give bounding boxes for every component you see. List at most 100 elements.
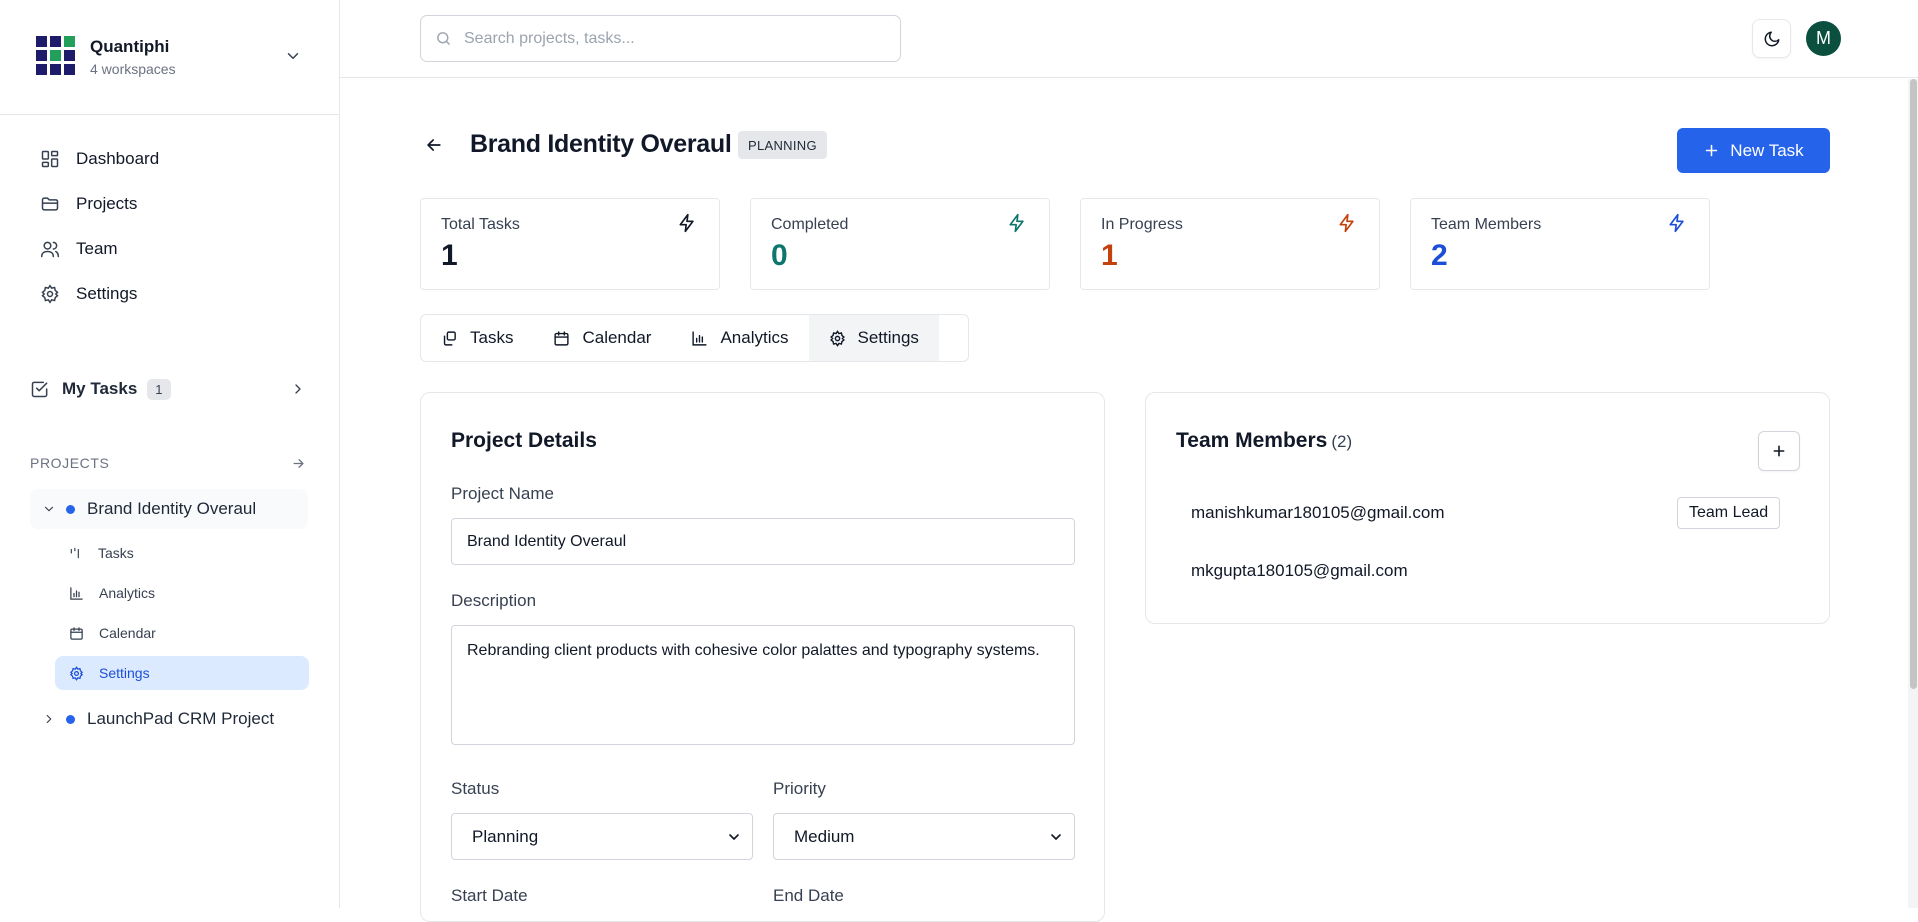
project-details-card: Project Details Project Name Description… <box>420 392 1105 922</box>
nav-label: Dashboard <box>76 149 160 168</box>
chevron-down-icon <box>287 53 299 59</box>
description-textarea[interactable]: Rebranding client products with cohesive… <box>451 625 1075 745</box>
workspace-count: 4 workspaces <box>90 61 176 77</box>
team-members-count: (2) <box>1331 432 1353 451</box>
my-tasks-label: My Tasks <box>62 379 138 398</box>
team-members-card: Team Members (2) manishkumar180105@gmail.… <box>1145 392 1830 624</box>
subitem-label: Settings <box>99 665 150 681</box>
nav-team[interactable]: Team <box>28 229 308 269</box>
project-item-brand-identity[interactable]: Brand Identity Overaul <box>30 489 308 529</box>
project-subitem-tasks[interactable]: Tasks <box>55 536 309 570</box>
my-tasks-count-badge: 1 <box>147 378 171 400</box>
end-date-label: End Date <box>773 886 844 905</box>
stat-card-completed: Completed 0 <box>750 198 1050 290</box>
search-icon <box>437 32 450 45</box>
subitem-label: Calendar <box>99 625 156 641</box>
stat-value: 1 <box>1101 239 1118 272</box>
lightning-icon <box>1339 213 1354 233</box>
folder-icon <box>41 197 59 211</box>
status-select-value: Planning <box>472 826 539 846</box>
priority-select[interactable]: Medium <box>773 813 1075 860</box>
lightning-icon <box>1009 213 1024 233</box>
description-label: Description <box>451 591 537 610</box>
start-date-label: Start Date <box>451 886 528 905</box>
search-box[interactable] <box>420 15 901 62</box>
stat-card-team-members: Team Members 2 <box>1410 198 1710 290</box>
project-subitem-calendar[interactable]: Calendar <box>55 616 309 650</box>
layout-grid-icon <box>41 150 59 168</box>
lightning-icon <box>1669 213 1684 233</box>
project-name-label: Project Name <box>451 484 554 503</box>
bar-chart-icon <box>692 330 708 346</box>
lightning-icon <box>679 213 694 233</box>
nav-projects[interactable]: Projects <box>28 184 308 224</box>
project-color-dot <box>66 504 75 514</box>
chevron-down-icon <box>44 506 54 512</box>
search-input[interactable] <box>462 28 882 49</box>
nav-label: Projects <box>76 194 138 213</box>
project-item-launchpad-crm[interactable]: LaunchPad CRM Project <box>30 699 308 739</box>
calendar-icon <box>70 626 83 640</box>
tasks-icon <box>70 547 79 559</box>
status-badge: PLANNING <box>738 131 827 159</box>
theme-toggle-button[interactable] <box>1752 19 1791 58</box>
tasks-icon <box>443 330 456 346</box>
calendar-icon <box>554 330 570 346</box>
gear-icon <box>829 329 845 347</box>
add-member-button[interactable] <box>1758 431 1800 471</box>
users-icon <box>40 241 60 258</box>
sidebar: Quantiphi 4 workspaces Dashboard Project… <box>0 0 340 908</box>
scrollbar-thumb[interactable] <box>1910 79 1917 689</box>
workspace-name: Quantiphi <box>90 37 170 56</box>
my-tasks[interactable]: My Tasks 1 <box>28 372 308 406</box>
stat-label: Completed <box>771 216 849 233</box>
plus-icon <box>1706 144 1718 157</box>
tab-calendar[interactable]: Calendar <box>533 315 671 361</box>
subitem-label: Analytics <box>99 585 156 601</box>
plus-icon <box>1773 445 1785 457</box>
team-members-title: Team Members (2) <box>1176 429 1352 453</box>
moon-icon <box>1764 31 1779 46</box>
gear-icon <box>41 284 59 304</box>
nav-dashboard[interactable]: Dashboard <box>28 139 308 179</box>
project-subitem-settings[interactable]: Settings <box>55 656 309 690</box>
subitem-label: Tasks <box>98 545 134 561</box>
stat-label: Total Tasks <box>441 216 520 233</box>
chevron-right-icon <box>46 714 52 724</box>
project-details-title: Project Details <box>451 429 597 452</box>
project-name-input[interactable] <box>451 518 1075 565</box>
projects-section-label: PROJECTS <box>30 455 110 471</box>
page-title: Brand Identity Overaul <box>470 130 732 158</box>
nav-label: Team <box>76 239 118 258</box>
role-badge: Team Lead <box>1677 497 1781 529</box>
project-name: LaunchPad CRM Project <box>87 709 275 728</box>
member-email: mkgupta180105@gmail.com <box>1191 561 1408 580</box>
stat-value: 1 <box>441 239 458 272</box>
chevron-down-icon <box>729 834 739 840</box>
status-select[interactable]: Planning <box>451 813 753 860</box>
new-task-label: New Task <box>1730 140 1804 160</box>
tab-label: Analytics <box>720 328 789 347</box>
back-arrow-icon[interactable] <box>424 135 444 155</box>
team-members-heading: Team Members <box>1176 429 1328 452</box>
bar-chart-icon <box>70 586 83 600</box>
workspace-switcher[interactable]: Quantiphi 4 workspaces <box>0 0 339 115</box>
nav-label: Settings <box>76 284 138 303</box>
priority-select-value: Medium <box>794 826 855 846</box>
stat-value: 0 <box>771 239 788 272</box>
user-avatar[interactable]: M <box>1806 21 1841 56</box>
chevron-down-icon <box>1051 834 1061 840</box>
tab-settings[interactable]: Settings <box>808 315 939 361</box>
tab-label: Tasks <box>470 328 514 347</box>
tab-analytics[interactable]: Analytics <box>671 315 808 361</box>
tab-tasks[interactable]: Tasks <box>421 315 533 361</box>
project-subitem-analytics[interactable]: Analytics <box>55 576 309 610</box>
workspace-logo <box>36 36 75 75</box>
new-task-button[interactable]: New Task <box>1677 128 1830 173</box>
tab-label: Calendar <box>582 328 652 347</box>
arrow-right-icon[interactable] <box>291 456 306 471</box>
gear-icon <box>69 665 84 681</box>
tab-label: Settings <box>857 328 919 347</box>
nav-settings[interactable]: Settings <box>28 274 308 314</box>
stat-card-total-tasks: Total Tasks 1 <box>420 198 720 290</box>
